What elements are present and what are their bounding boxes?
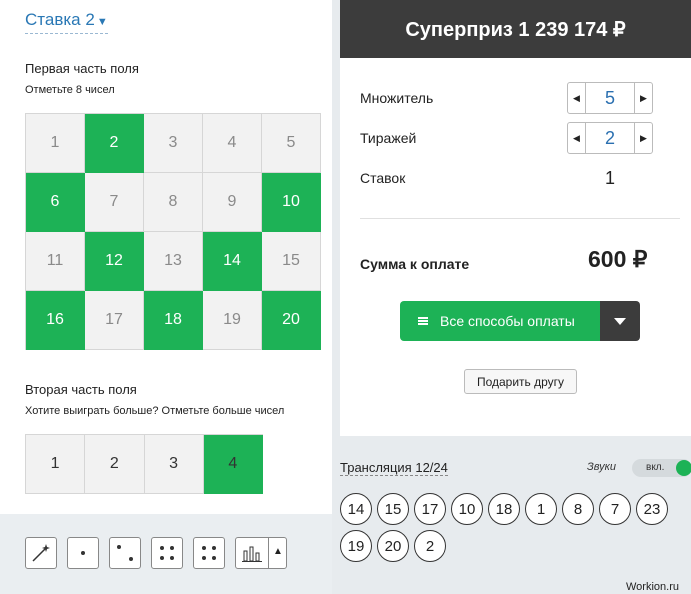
number-cell[interactable]: 12 <box>85 232 144 291</box>
watermark: Workion.ru <box>626 581 679 593</box>
increment-icon[interactable]: ▶ <box>634 83 652 113</box>
drawn-ball: 23 <box>636 493 668 525</box>
divider <box>360 218 680 219</box>
drawn-ball: 19 <box>340 530 372 562</box>
number-cell[interactable]: 3 <box>144 435 204 494</box>
drawn-ball: 2 <box>414 530 446 562</box>
part1-title: Первая часть поля <box>25 61 139 76</box>
number-cell[interactable]: 2 <box>85 114 144 173</box>
number-cell[interactable]: 14 <box>203 232 262 291</box>
multiplier-label: Множитель <box>360 90 434 106</box>
increment-icon[interactable]: ▶ <box>634 123 652 153</box>
stats-button[interactable]: ▲ <box>235 537 287 569</box>
number-cell[interactable]: 20 <box>262 291 321 350</box>
number-grid-part1: 1 2 3 4 5 6 7 8 9 10 11 12 13 14 15 16 17 18 19 20 <box>25 113 321 350</box>
drawn-ball: 10 <box>451 493 483 525</box>
dice-one-icon[interactable] <box>67 537 99 569</box>
number-cell[interactable]: 9 <box>203 173 262 232</box>
multiplier-value: 5 <box>604 87 615 108</box>
pay-button[interactable]: Все способы оплаты <box>400 301 600 341</box>
number-cell[interactable]: 1 <box>26 114 85 173</box>
sound-toggle[interactable]: вкл. <box>632 459 691 477</box>
drawn-ball: 18 <box>488 493 520 525</box>
drawn-ball: 20 <box>377 530 409 562</box>
bet-selector[interactable]: Ставка 2 ▼ <box>25 10 108 34</box>
chevron-down-icon <box>614 317 626 325</box>
bets-value: 1 <box>605 168 616 188</box>
menu-icon <box>418 317 428 325</box>
number-cell[interactable]: 2 <box>85 435 145 494</box>
total-label: Сумма к оплате <box>360 256 470 272</box>
draws-value: 2 <box>604 127 615 148</box>
number-cell[interactable]: 1 <box>26 435 86 494</box>
number-cell[interactable]: 19 <box>203 291 262 350</box>
dice-four-icon[interactable] <box>151 537 183 569</box>
multiplier-stepper[interactable]: ◀ 5 ▶ <box>567 82 653 114</box>
number-cell[interactable]: 16 <box>26 291 85 350</box>
draws-stepper[interactable]: ◀ 2 ▶ <box>567 122 653 154</box>
order-card: Суперприз 1 239 174 ₽ Множитель ◀ 5 ▶ Ти… <box>340 0 691 436</box>
number-cell[interactable]: 4 <box>203 114 262 173</box>
number-cell[interactable]: 3 <box>144 114 203 173</box>
drawn-ball: 1 <box>525 493 557 525</box>
dice-two-icon[interactable] <box>109 537 141 569</box>
bar-chart-icon <box>242 546 262 562</box>
number-cell[interactable]: 7 <box>85 173 144 232</box>
quick-pick-toolbar: ▲ <box>0 514 332 594</box>
gift-button[interactable]: Подарить другу <box>464 369 577 394</box>
number-cell[interactable]: 5 <box>262 114 321 173</box>
drawn-ball: 8 <box>562 493 594 525</box>
number-cell[interactable]: 10 <box>262 173 321 232</box>
drawn-ball: 14 <box>340 493 372 525</box>
pay-button-label: Все способы оплаты <box>440 313 575 329</box>
ticket-panel: Ставка 2 ▼ Первая часть поля Отметьте 8 ч… <box>0 0 332 594</box>
number-cell[interactable]: 15 <box>262 232 321 291</box>
number-cell[interactable]: 4 <box>203 435 263 494</box>
drawn-ball: 17 <box>414 493 446 525</box>
drawn-ball: 7 <box>599 493 631 525</box>
pay-dropdown-button[interactable] <box>600 301 640 341</box>
bet-title: Ставка 2 <box>25 10 95 29</box>
number-cell[interactable]: 13 <box>144 232 203 291</box>
decrement-icon[interactable]: ◀ <box>568 123 586 153</box>
draws-label: Тиражей <box>360 130 417 146</box>
part1-subtitle: Отметьте 8 чисел <box>25 84 115 96</box>
number-cell[interactable]: 6 <box>26 173 85 232</box>
part2-subtitle: Хотите выиграть больше? Отметьте больше … <box>25 405 285 417</box>
drawn-ball: 15 <box>377 493 409 525</box>
number-cell[interactable]: 18 <box>144 291 203 350</box>
number-cell[interactable]: 11 <box>26 232 85 291</box>
sounds-label: Звуки <box>587 461 616 473</box>
total-amount: 600 ₽ <box>588 246 648 272</box>
number-grid-part2: 1234 <box>25 434 263 494</box>
broadcast-link[interactable]: Трансляция 12/24 <box>340 460 448 476</box>
toggle-knob <box>676 460 691 476</box>
superprize-banner: Суперприз 1 239 174 ₽ <box>340 0 691 58</box>
dice-four-alt-icon[interactable] <box>193 537 225 569</box>
toggle-label: вкл. <box>646 462 665 473</box>
caret-down-icon: ▼ <box>96 16 108 28</box>
bets-label: Ставок <box>360 170 406 186</box>
decrement-icon[interactable]: ◀ <box>568 83 586 113</box>
caret-up-icon: ▲ <box>273 546 283 557</box>
magic-wand-icon[interactable] <box>25 537 57 569</box>
number-cell[interactable]: 17 <box>85 291 144 350</box>
part2-title: Вторая часть поля <box>25 382 137 397</box>
number-cell[interactable]: 8 <box>144 173 203 232</box>
